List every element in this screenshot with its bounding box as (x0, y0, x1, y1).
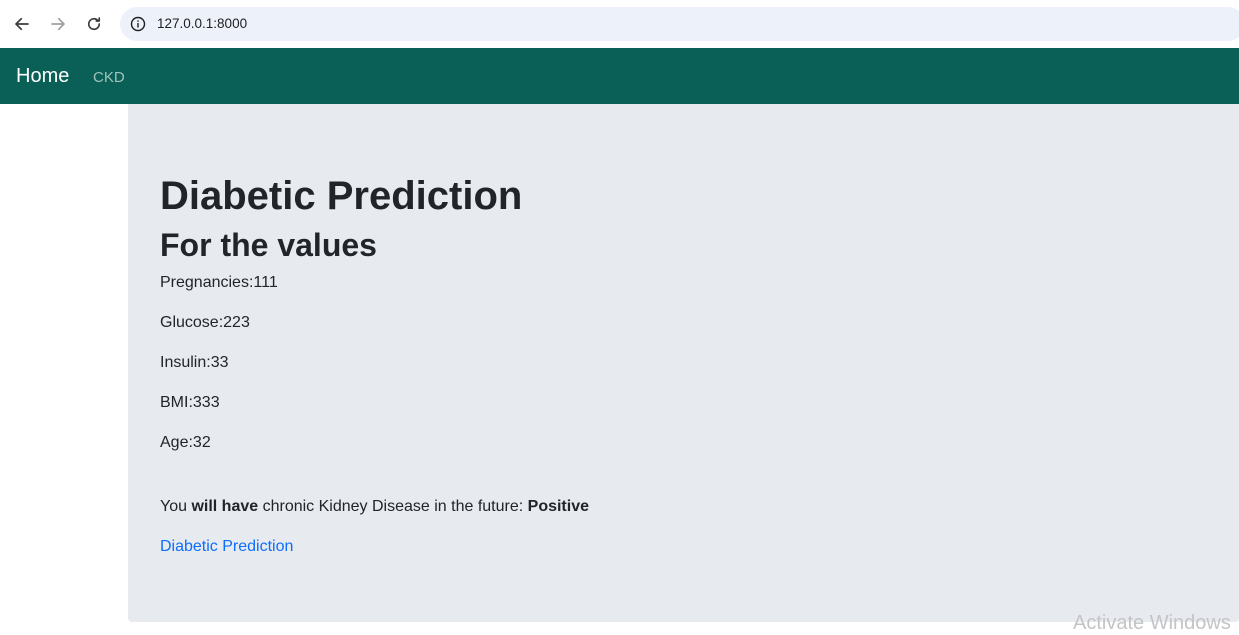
result-middle: chronic Kidney Disease in the future: (258, 498, 528, 515)
result-prefix: You (160, 498, 192, 515)
browser-toolbar: 127.0.0.1:8000 (0, 0, 1239, 48)
arrow-left-icon (15, 17, 29, 31)
value-pregnancies: Pregnancies:111 (160, 274, 278, 291)
forward-button[interactable] (44, 10, 72, 38)
value-bmi: BMI:333 (160, 394, 220, 411)
back-button[interactable] (8, 10, 36, 38)
site-navbar: Home CKD (0, 48, 1239, 104)
result-outcome: Positive (527, 498, 589, 515)
address-bar[interactable]: 127.0.0.1:8000 (120, 7, 1239, 41)
arrow-right-icon (51, 17, 65, 31)
result-emphasis: will have (191, 498, 259, 515)
page-subtitle: For the values (160, 227, 377, 263)
site-info-icon[interactable] (130, 16, 146, 32)
value-age: Age:32 (160, 434, 211, 451)
reload-icon (87, 17, 101, 31)
reload-button[interactable] (80, 10, 108, 38)
tab-strip (0, 0, 1239, 4)
value-insulin: Insulin:33 (160, 354, 229, 371)
page-title: Diabetic Prediction (160, 174, 523, 218)
url-text: 127.0.0.1:8000 (157, 16, 248, 31)
value-glucose: Glucose:223 (160, 314, 250, 331)
diabetic-prediction-link[interactable]: Diabetic Prediction (160, 538, 293, 556)
activate-windows-watermark: Activate Windows (1073, 612, 1231, 634)
result-panel: Diabetic Prediction For the values Pregn… (128, 104, 1239, 622)
nav-link-ckd[interactable]: CKD (93, 69, 125, 86)
input-values-list: Pregnancies:111 Glucose:223 Insulin:33 B… (160, 274, 278, 474)
navbar-brand-home[interactable]: Home (16, 65, 69, 88)
prediction-result: You will have chronic Kidney Disease in … (160, 498, 589, 516)
